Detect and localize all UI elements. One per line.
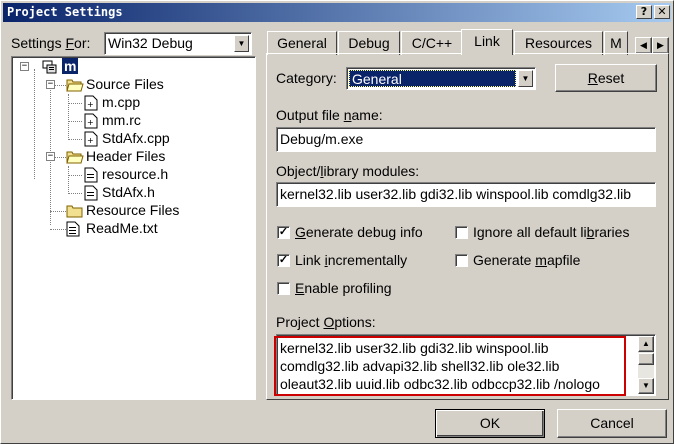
tab-debug[interactable]: Debug	[338, 31, 400, 55]
scroll-down-icon[interactable]: ▼	[638, 378, 654, 394]
tree-item-resource-files[interactable]: Resource Files	[66, 202, 216, 220]
tree-item-file[interactable]: StdAfx.h	[84, 184, 214, 202]
generate-mapfile-label[interactable]: Generate mapfile	[473, 252, 580, 268]
tree-item-header-files[interactable]: Header Files	[66, 148, 216, 166]
combo-arrow-icon[interactable]: ▼	[234, 35, 249, 52]
modules-input[interactable]: kernel32.lib user32.lib gdi32.lib winspo…	[276, 182, 656, 207]
text-file-icon	[66, 221, 80, 240]
scroll-thumb[interactable]	[638, 353, 654, 365]
category-label: Category:	[276, 70, 337, 86]
settings-for-value: Win32 Debug	[108, 35, 193, 51]
tab-scroll-left-icon[interactable]: ◀	[635, 37, 652, 54]
tree-label-project: m	[62, 58, 79, 74]
tree-line	[68, 166, 69, 194]
svg-text:+: +	[87, 136, 94, 145]
project-options-label: Project Options:	[276, 314, 376, 330]
tree-line	[68, 193, 82, 194]
scroll-up-icon[interactable]: ▲	[638, 336, 654, 352]
settings-for-combo[interactable]: Win32 Debug ▼	[104, 32, 252, 55]
tree-line	[68, 103, 82, 104]
tree-line	[68, 139, 82, 140]
project-settings-dialog: Project Settings ? ✕ Settings For: Win32…	[0, 0, 674, 444]
close-button[interactable]: ✕	[654, 5, 670, 19]
combo-arrow-icon[interactable]: ▼	[518, 70, 533, 87]
collapse-icon[interactable]: −	[46, 80, 55, 89]
tab-general[interactable]: General	[267, 31, 337, 55]
project-icon	[42, 59, 58, 78]
generate-debug-info-label[interactable]: Generate debug info	[295, 224, 423, 240]
link-incrementally-checkbox[interactable]: ✓	[277, 254, 290, 267]
options-scrollbar[interactable]: ▲ ▼	[638, 336, 654, 394]
tree-item-file[interactable]: resource.h	[84, 166, 214, 184]
collapse-icon[interactable]: −	[20, 62, 29, 71]
category-value: General	[349, 70, 516, 87]
cancel-button[interactable]: Cancel	[557, 409, 667, 438]
output-file-input[interactable]: Debug/m.exe	[276, 127, 656, 152]
tree-line	[68, 94, 69, 140]
generate-mapfile-checkbox[interactable]	[455, 254, 468, 267]
project-options-text: kernel32.lib user32.lib gdi32.lib winspo…	[280, 340, 600, 392]
tree-item-source-files[interactable]: Source Files	[66, 76, 216, 94]
tab-more[interactable]: M	[604, 31, 628, 55]
project-tree[interactable]: − − − m Source Files + m.cpp + mm.rc + S…	[11, 56, 256, 400]
ignore-default-libraries-label[interactable]: Ignore all default libraries	[473, 224, 629, 240]
link-incrementally-label[interactable]: Link incrementally	[295, 252, 407, 268]
enable-profiling-label[interactable]: Enable profiling	[295, 280, 392, 296]
enable-profiling-checkbox[interactable]	[277, 282, 290, 295]
tree-line	[50, 229, 66, 230]
generate-debug-info-checkbox[interactable]: ✓	[277, 226, 290, 239]
ok-button[interactable]: OK	[435, 409, 545, 438]
modules-label: Object/library modules:	[276, 163, 420, 179]
svg-text:+: +	[87, 100, 94, 109]
project-options-textarea[interactable]: kernel32.lib user32.lib gdi32.lib winspo…	[274, 334, 656, 396]
tree-item-project[interactable]: m	[42, 58, 102, 76]
tree-line	[34, 69, 35, 179]
output-file-label: Output file name:	[276, 107, 383, 123]
category-combo[interactable]: General ▼	[346, 67, 536, 90]
tab-link[interactable]: Link	[461, 29, 513, 55]
tree-line	[68, 121, 82, 122]
tree-item-file[interactable]: + m.cpp	[84, 94, 204, 112]
tree-item-readme[interactable]: ReadMe.txt	[66, 220, 196, 238]
tab-resources[interactable]: Resources	[514, 31, 603, 55]
help-button[interactable]: ?	[636, 5, 652, 19]
svg-text:+: +	[87, 118, 94, 127]
tab-scroll-right-icon[interactable]: ▶	[652, 37, 669, 54]
settings-for-label: Settings For:	[11, 35, 91, 51]
folder-open-icon	[66, 149, 84, 168]
tree-line	[68, 175, 82, 176]
tree-item-file[interactable]: + mm.rc	[84, 112, 204, 130]
ignore-default-libraries-checkbox[interactable]	[455, 226, 468, 239]
collapse-icon[interactable]: −	[46, 152, 55, 161]
folder-open-icon	[66, 77, 84, 96]
tree-item-file[interactable]: + StdAfx.cpp	[84, 130, 214, 148]
title-bar[interactable]: Project Settings ? ✕	[3, 3, 671, 22]
tree-line	[50, 211, 66, 212]
tab-c-cpp[interactable]: C/C++	[401, 31, 463, 55]
window-title: Project Settings	[7, 5, 123, 19]
reset-button[interactable]: Reset	[555, 64, 657, 92]
